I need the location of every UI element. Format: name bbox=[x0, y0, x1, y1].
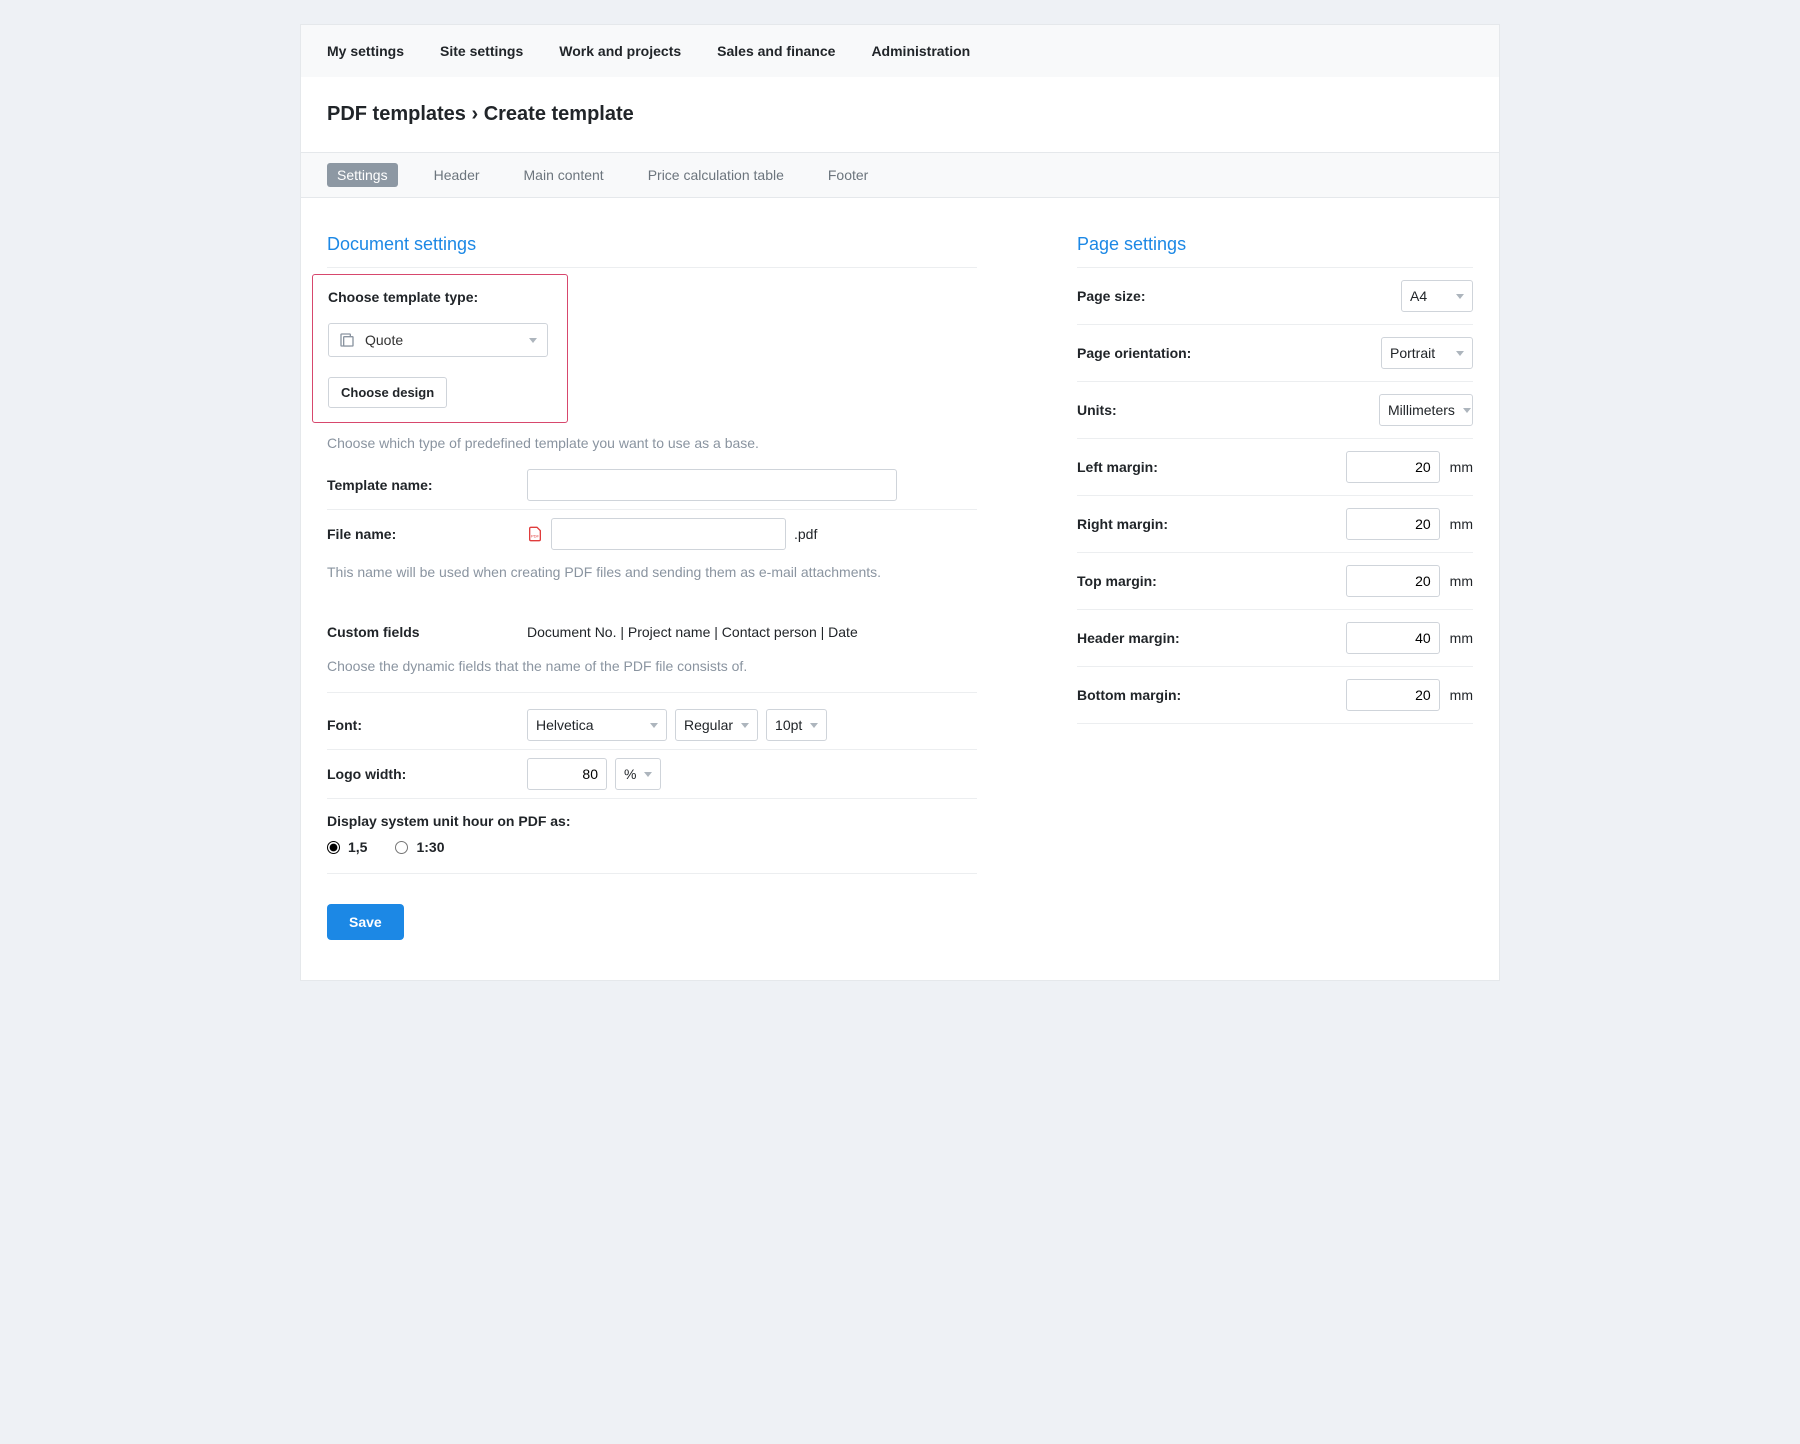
custom-fields-value: Document No. | Project name | Contact pe… bbox=[527, 624, 858, 640]
orientation-select[interactable]: Portrait bbox=[1381, 337, 1473, 369]
logo-width-input[interactable] bbox=[527, 758, 607, 790]
right-margin-input[interactable] bbox=[1346, 508, 1440, 540]
radio-time-input[interactable] bbox=[395, 841, 408, 854]
caret-down-icon bbox=[644, 772, 652, 777]
nav-work-projects[interactable]: Work and projects bbox=[559, 43, 681, 59]
radio-decimal-input[interactable] bbox=[327, 841, 340, 854]
template-type-select[interactable]: Quote bbox=[328, 323, 548, 357]
caret-down-icon bbox=[741, 723, 749, 728]
orientation-value: Portrait bbox=[1390, 345, 1435, 361]
tab-settings[interactable]: Settings bbox=[327, 163, 398, 187]
units-value: Millimeters bbox=[1388, 402, 1455, 418]
custom-fields-help: Choose the dynamic fields that the name … bbox=[327, 658, 977, 674]
radio-decimal-label: 1,5 bbox=[348, 839, 367, 855]
header-margin-input[interactable] bbox=[1346, 622, 1440, 654]
top-margin-input[interactable] bbox=[1346, 565, 1440, 597]
header-margin-label: Header margin: bbox=[1077, 630, 1180, 646]
file-name-label: File name: bbox=[327, 526, 527, 542]
template-type-help: Choose which type of predefined template… bbox=[327, 435, 977, 451]
caret-down-icon bbox=[650, 723, 658, 728]
choose-template-type-label: Choose template type: bbox=[328, 289, 552, 305]
radio-time[interactable]: 1:30 bbox=[395, 839, 444, 855]
font-family-value: Helvetica bbox=[536, 717, 594, 733]
document-settings-heading: Document settings bbox=[327, 234, 977, 255]
font-size-value: 10pt bbox=[775, 717, 802, 733]
right-margin-label: Right margin: bbox=[1077, 516, 1168, 532]
nav-administration[interactable]: Administration bbox=[871, 43, 970, 59]
quote-icon bbox=[339, 332, 355, 348]
left-margin-input[interactable] bbox=[1346, 451, 1440, 483]
page-size-label: Page size: bbox=[1077, 288, 1145, 304]
logo-width-unit-value: % bbox=[624, 766, 636, 782]
template-name-input[interactable] bbox=[527, 469, 897, 501]
nav-site-settings[interactable]: Site settings bbox=[440, 43, 523, 59]
save-button[interactable]: Save bbox=[327, 904, 404, 940]
unit-suffix: mm bbox=[1450, 573, 1473, 589]
bottom-margin-input[interactable] bbox=[1346, 679, 1440, 711]
caret-down-icon bbox=[1463, 408, 1471, 413]
pdf-icon: PDF bbox=[527, 526, 543, 542]
top-margin-label: Top margin: bbox=[1077, 573, 1157, 589]
unit-suffix: mm bbox=[1450, 630, 1473, 646]
logo-width-unit-select[interactable]: % bbox=[615, 758, 661, 790]
display-unit-hour-label: Display system unit hour on PDF as: bbox=[327, 813, 977, 829]
radio-decimal[interactable]: 1,5 bbox=[327, 839, 367, 855]
template-type-highlight: Choose template type: Quote Choose desig… bbox=[312, 274, 568, 423]
caret-down-icon bbox=[1456, 351, 1464, 356]
units-label: Units: bbox=[1077, 402, 1117, 418]
font-label: Font: bbox=[327, 717, 527, 733]
radio-time-label: 1:30 bbox=[416, 839, 444, 855]
file-name-input[interactable] bbox=[551, 518, 786, 550]
template-name-label: Template name: bbox=[327, 477, 527, 493]
tab-main-content[interactable]: Main content bbox=[516, 163, 612, 187]
file-extension-label: .pdf bbox=[794, 526, 817, 542]
top-nav: My settings Site settings Work and proje… bbox=[300, 24, 1500, 77]
nav-sales-finance[interactable]: Sales and finance bbox=[717, 43, 835, 59]
orientation-label: Page orientation: bbox=[1077, 345, 1191, 361]
nav-my-settings[interactable]: My settings bbox=[327, 43, 404, 59]
template-type-value: Quote bbox=[365, 332, 403, 348]
caret-down-icon bbox=[529, 338, 537, 343]
caret-down-icon bbox=[810, 723, 818, 728]
tab-price-table[interactable]: Price calculation table bbox=[640, 163, 792, 187]
tab-header[interactable]: Header bbox=[426, 163, 488, 187]
tab-footer[interactable]: Footer bbox=[820, 163, 876, 187]
font-size-select[interactable]: 10pt bbox=[766, 709, 827, 741]
unit-suffix: mm bbox=[1450, 687, 1473, 703]
tabs-bar: Settings Header Main content Price calcu… bbox=[300, 153, 1500, 198]
bottom-margin-label: Bottom margin: bbox=[1077, 687, 1181, 703]
unit-suffix: mm bbox=[1450, 459, 1473, 475]
choose-design-button[interactable]: Choose design bbox=[328, 377, 447, 408]
units-select[interactable]: Millimeters bbox=[1379, 394, 1473, 426]
custom-fields-label: Custom fields bbox=[327, 624, 527, 640]
logo-width-label: Logo width: bbox=[327, 766, 527, 782]
file-name-help: This name will be used when creating PDF… bbox=[327, 564, 977, 580]
page-size-value: A4 bbox=[1410, 288, 1427, 304]
page-settings-heading: Page settings bbox=[1077, 234, 1473, 255]
font-family-select[interactable]: Helvetica bbox=[527, 709, 667, 741]
title-bar: PDF templates › Create template bbox=[300, 77, 1500, 153]
caret-down-icon bbox=[1456, 294, 1464, 299]
page-size-select[interactable]: A4 bbox=[1401, 280, 1473, 312]
svg-text:PDF: PDF bbox=[531, 533, 540, 538]
left-margin-label: Left margin: bbox=[1077, 459, 1158, 475]
font-weight-select[interactable]: Regular bbox=[675, 709, 758, 741]
unit-suffix: mm bbox=[1450, 516, 1473, 532]
font-weight-value: Regular bbox=[684, 717, 733, 733]
breadcrumb: PDF templates › Create template bbox=[327, 103, 1473, 126]
